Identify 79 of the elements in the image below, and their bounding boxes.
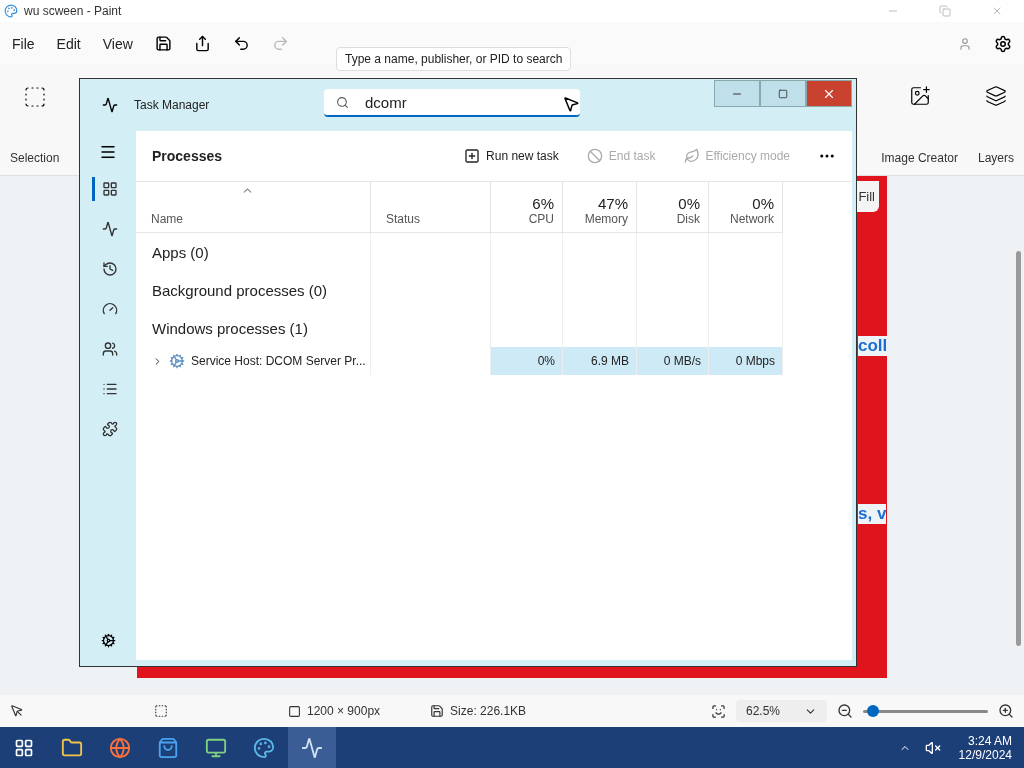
- column-percent: 0%: [752, 195, 774, 212]
- column-header[interactable]: Name: [151, 212, 183, 226]
- column-header[interactable]: Memory: [584, 212, 628, 226]
- undo-icon[interactable]: [232, 35, 250, 52]
- tooltip: Type a name, publisher, or PID to search: [336, 47, 572, 71]
- column-header[interactable]: Status: [386, 212, 421, 226]
- grid-icon: [101, 181, 118, 197]
- column-header[interactable]: Disk: [676, 212, 700, 226]
- selection-icon[interactable]: [22, 85, 47, 109]
- tool-label[interactable]: Selection: [10, 151, 60, 165]
- puzzle-icon: [101, 421, 118, 437]
- start-icon[interactable]: [14, 737, 34, 758]
- monitor-icon: [205, 736, 227, 759]
- settings-icon[interactable]: [994, 34, 1012, 53]
- column-percent: 6%: [532, 195, 554, 212]
- list-icon: [101, 381, 118, 397]
- window-title: wu scween - Paint: [24, 4, 123, 18]
- shopping-bag-icon: [157, 736, 179, 759]
- canvas-text: coll: [858, 336, 888, 356]
- globe-icon: [109, 736, 131, 759]
- zoom-out-icon[interactable]: [837, 703, 853, 719]
- settings-icon[interactable]: [100, 633, 116, 648]
- plus-square-icon: [464, 148, 481, 164]
- save-icon: [430, 704, 445, 718]
- group-heading: Apps (0): [136, 233, 371, 271]
- menu-item[interactable]: Edit: [56, 35, 81, 52]
- history-icon: [101, 261, 118, 277]
- leaf-icon: [683, 148, 700, 164]
- gauge-icon: [101, 301, 118, 317]
- activity-icon: [102, 97, 118, 113]
- users-icon: [101, 341, 118, 357]
- tool-label[interactable]: Layers: [977, 151, 1014, 165]
- zoom-in-icon[interactable]: [998, 703, 1014, 719]
- slider-thumb[interactable]: [867, 704, 879, 717]
- menu-item[interactable]: File: [12, 35, 35, 52]
- process-name[interactable]: Service Host: DCOM Server Pr...: [191, 354, 366, 368]
- palette-icon: [253, 736, 275, 759]
- column-header[interactable]: CPU: [528, 212, 554, 226]
- gear-icon: [169, 353, 185, 369]
- zoom-dropdown[interactable]: 62.5%: [735, 700, 827, 722]
- table-cell: 0 MB/s: [637, 347, 709, 375]
- clock-time: 3:24 AM: [967, 733, 1012, 748]
- share-icon[interactable]: [193, 35, 211, 52]
- search-field[interactable]: dcomr: [324, 89, 580, 117]
- panel-heading: Processes: [152, 148, 224, 164]
- palette-icon: [4, 4, 18, 18]
- table-cell: 6.9 MB: [563, 347, 637, 375]
- maximize-icon: [778, 88, 788, 99]
- canvas-size-icon: [288, 704, 301, 718]
- tool-label[interactable]: Image Creator: [881, 151, 958, 165]
- activity-icon: [301, 736, 323, 759]
- maximize-button[interactable]: [760, 80, 806, 107]
- selection-icon[interactable]: [154, 704, 168, 718]
- clock-date: 12/9/2024: [958, 747, 1012, 762]
- layers-icon[interactable]: [985, 85, 1007, 107]
- search-icon: [336, 95, 349, 109]
- file-size: Size: 226.1KB: [450, 704, 527, 718]
- window-title: Task Manager: [134, 98, 210, 112]
- table-cell: 0%: [491, 347, 563, 375]
- menu-item[interactable]: View: [102, 35, 133, 52]
- prohibited-icon: [586, 148, 603, 164]
- group-heading: Background processes (0): [136, 271, 371, 309]
- column-percent: 47%: [597, 195, 628, 212]
- taskbar-app[interactable]: [288, 727, 336, 768]
- volume-muted-icon[interactable]: [924, 739, 941, 756]
- column-percent: 0%: [678, 195, 700, 212]
- group-heading: Windows processes (1): [136, 309, 371, 347]
- pointer-icon[interactable]: [10, 704, 24, 718]
- mouse-cursor-icon: [562, 95, 580, 113]
- toolbar-button[interactable]: Run new task: [464, 148, 559, 164]
- folder-icon: [61, 736, 83, 759]
- canvas-dimensions: 1200 × 900px: [307, 704, 381, 718]
- scrollbar[interactable]: [1016, 251, 1021, 646]
- image-sparkle-icon[interactable]: [908, 85, 931, 107]
- menu-icon[interactable]: [99, 143, 117, 161]
- table-cell: 0 Mbps: [709, 347, 783, 375]
- column-header[interactable]: Network: [730, 212, 774, 226]
- save-icon[interactable]: [154, 35, 172, 52]
- activity-icon: [101, 221, 118, 237]
